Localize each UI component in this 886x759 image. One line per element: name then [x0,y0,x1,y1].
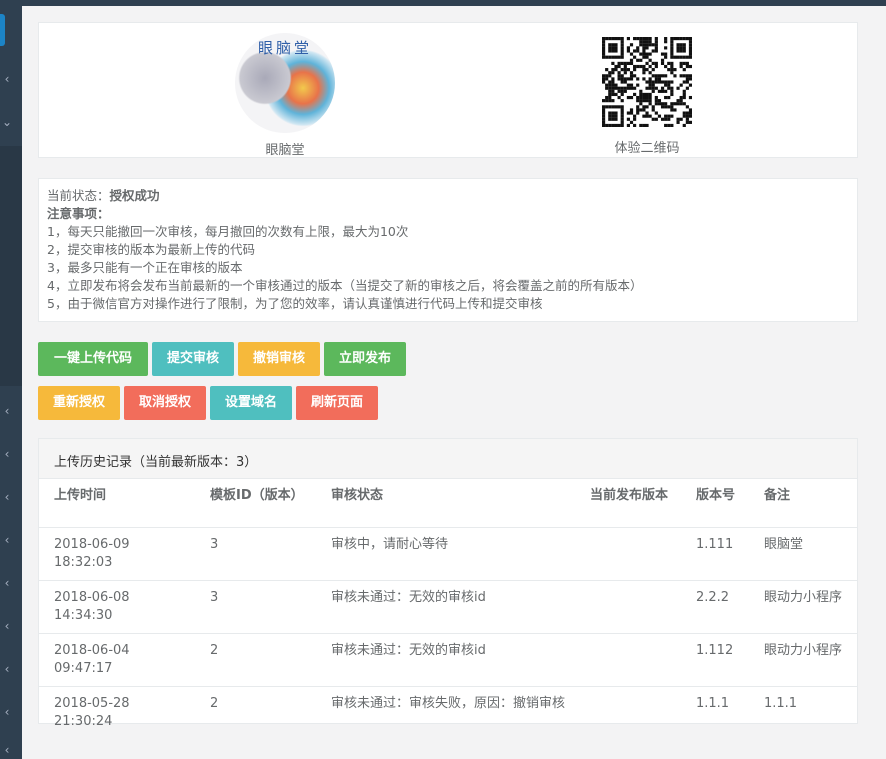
sidebar-submenu [0,146,22,386]
chevron-left-icon[interactable]: ‹ [1,405,13,417]
chevron-down-icon[interactable]: ⌄ [1,116,13,128]
note-item: 1，每天只能撤回一次审核，每月撤回的次数有上限，最大为10次 [47,224,409,239]
table-row: 2018-06-04 09:47:17 2 审核未通过：无效的审核id 1.11… [39,633,857,687]
current-release [575,633,681,687]
note-item: 3，最多只能有一个正在审核的版本 [47,260,243,275]
version-number: 1.1.1 [696,695,730,711]
logo-text: 眼脑堂 [257,39,312,57]
app-logo: 眼脑堂 [235,33,335,133]
version-number: 2.2.2 [681,580,749,634]
note-item: 2，提交审核的版本为最新上传的代码 [47,242,255,257]
history-title: 上传历史记录（当前最新版本：3） [39,439,857,479]
column-header: 版本号 [681,479,749,528]
review-status: 审核中，请耐心等待 [316,527,575,581]
remark: 眼动力小程序 [749,580,857,634]
chevron-left-icon[interactable]: ‹ [1,663,13,675]
template-id: 3 [195,527,316,581]
chevron-left-icon[interactable]: ‹ [1,534,13,546]
table-row: 2018-06-08 14:34:30 3 审核未通过：无效的审核id 2.2.… [39,580,857,634]
cancel-authorization-button[interactable]: 取消授权 [124,386,206,420]
column-header: 上传时间 [39,479,195,528]
top-navbar [0,0,886,6]
chevron-left-icon[interactable]: ‹ [1,73,13,85]
chevron-left-icon[interactable]: ‹ [1,706,13,718]
status-value: 授权成功 [109,188,160,203]
table-row: 2018-06-09 18:32:03 3 审核中，请耐心等待 1.111 眼脑… [39,527,857,581]
remark: 眼动力小程序 [749,633,857,687]
brand-card: 眼脑堂 眼脑堂 体验二维码 [38,22,858,158]
sidebar-active-item[interactable] [0,14,5,46]
version-number: 1.111 [681,527,749,581]
remark: 眼脑堂 [749,527,857,581]
table-header-row: 上传时间 模板ID（版本） 审核状态 当前发布版本 版本号 备注 [39,479,857,528]
template-id: 2 [195,633,316,687]
qr-caption: 体验二维码 [614,141,680,156]
submit-review-button[interactable]: 提交审核 [152,342,234,376]
upload-time: 2018-05-28 21:30:24 [54,695,130,729]
qr-block: 体验二维码 [587,33,707,156]
upload-time: 2018-06-08 14:34:30 [39,580,195,634]
review-status: 审核未通过：无效的审核id [316,580,575,634]
logo-block: 眼脑堂 眼脑堂 [225,33,345,158]
note-item: 5，由于微信官方对操作进行了限制，为了您的效率，请认真谨慎进行代码上传和提交审核 [47,296,543,311]
sidebar: ‹ ⌄ ‹ ‹ ‹ ‹ ‹ ‹ ‹ ‹ ‹ [0,0,22,759]
status-line: 当前状态：授权成功 [47,187,849,205]
set-domain-button[interactable]: 设置域名 [210,386,292,420]
chevron-left-icon[interactable]: ‹ [1,577,13,589]
status-label: 当前状态： [47,188,110,203]
chevron-left-icon[interactable]: ‹ [1,620,13,632]
review-status: 审核未通过：无效的审核id [316,633,575,687]
withdraw-review-button[interactable]: 撤销审核 [238,342,320,376]
current-release [575,686,681,739]
upload-history-panel: 上传历史记录（当前最新版本：3） 上传时间 模板ID（版本） 审核状态 当前发布… [38,438,858,729]
note-item: 4，立即发布将会发布当前最新的一个审核通过的版本（当提交了新的审核之后，将会覆盖… [47,278,643,293]
notes-title: 注意事项： [47,206,110,221]
logo-caption: 眼脑堂 [265,143,305,158]
notes-card: 当前状态：授权成功 注意事项： 1，每天只能撤回一次审核，每月撤回的次数有上限，… [38,178,858,322]
chevron-left-icon[interactable]: ‹ [1,448,13,460]
template-id: 2 [210,695,219,711]
upload-code-button[interactable]: 一键上传代码 [38,342,148,376]
remark: 1.1.1 [764,695,798,711]
version-number: 1.112 [681,633,749,687]
chevron-left-icon[interactable]: ‹ [1,744,13,756]
history-table: 上传时间 模板ID（版本） 审核状态 当前发布版本 版本号 备注 2018-06… [39,479,857,739]
refresh-page-button[interactable]: 刷新页面 [296,386,378,420]
current-release [575,527,681,581]
reauthorize-button[interactable]: 重新授权 [38,386,120,420]
review-status: 审核未通过：审核失败，原因：撤销审核 [331,695,566,711]
column-header: 审核状态 [316,479,575,528]
table-row: 2018-05-28 21:30:24 2 审核未通过：审核失败，原因：撤销审核… [39,686,857,739]
upload-time: 2018-06-04 09:47:17 [39,633,195,687]
column-header: 备注 [749,479,857,528]
template-id: 3 [195,580,316,634]
chevron-left-icon[interactable]: ‹ [1,491,13,503]
column-header: 当前发布版本 [575,479,681,528]
column-header: 模板ID（版本） [195,479,316,528]
current-release [575,580,681,634]
qr-code [602,37,693,128]
upload-time: 2018-06-09 18:32:03 [39,527,195,581]
publish-button[interactable]: 立即发布 [324,342,406,376]
